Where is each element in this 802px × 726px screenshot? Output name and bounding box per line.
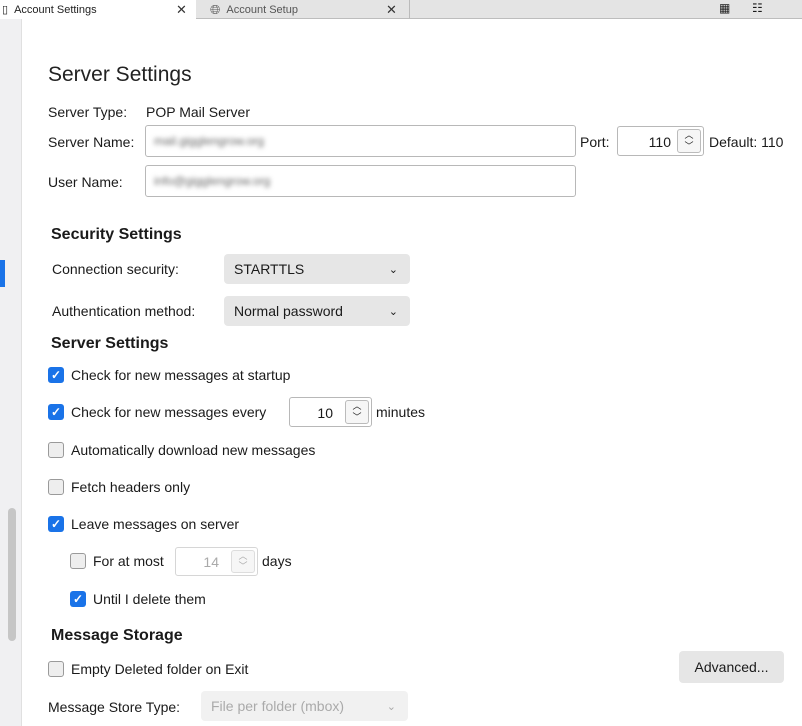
user-name-input[interactable]: info@gigglengrow.org [145, 165, 576, 197]
advanced-button[interactable]: Advanced... [679, 651, 784, 683]
store-type-select: File per folder (mbox) ⌄ [201, 691, 408, 721]
port-label: Port: [580, 134, 610, 150]
check-every-checkbox[interactable]: ✓ [48, 404, 64, 420]
check-startup-checkbox[interactable]: ✓ [48, 367, 64, 383]
leave-on-server-label: Leave messages on server [71, 516, 240, 532]
server-type-value: POP Mail Server [146, 104, 250, 120]
auth-method-label: Authentication method: [52, 303, 196, 319]
headers-only-checkbox[interactable] [48, 479, 64, 495]
scrollbar-thumb[interactable] [8, 508, 16, 641]
connection-security-select[interactable]: STARTTLS ⌄ [224, 254, 410, 284]
server-name-value: mail.gigglengrow.org [154, 134, 265, 148]
check-every-label: Check for new messages every [71, 404, 267, 420]
check-startup-label: Check for new messages at startup [71, 367, 291, 383]
until-delete-label: Until I delete them [93, 591, 206, 607]
empty-deleted-checkbox[interactable] [48, 661, 64, 677]
tasks-icon[interactable]: ☷ [752, 1, 763, 15]
server-settings-heading: Server Settings [51, 335, 169, 352]
port-stepper[interactable]: 110 ︿ ﹀ [617, 126, 704, 156]
chevron-down-icon: ⌄ [388, 305, 398, 318]
at-most-days-stepper[interactable]: 14 ︿ ﹀ [175, 547, 258, 576]
auth-method-select[interactable]: Normal password ⌄ [224, 296, 410, 326]
select-value: Normal password [234, 303, 343, 319]
tab-account-settings[interactable]: ▯ Account Settings ✕ [0, 0, 196, 19]
port-value: 110 [648, 134, 671, 150]
tab-bar: ▯ Account Settings ✕ 🌐︎ Account Setup ✕ … [0, 0, 802, 19]
chevron-down-icon: ⌄ [388, 263, 398, 276]
connection-security-label: Connection security: [52, 261, 179, 277]
close-icon[interactable]: ✕ [176, 2, 187, 18]
sidebar [0, 19, 22, 726]
close-icon[interactable]: ✕ [386, 2, 397, 18]
tab-label: Account Setup [226, 3, 298, 16]
server-name-input[interactable]: mail.gigglengrow.org [145, 125, 576, 157]
at-most-checkbox[interactable] [70, 553, 86, 569]
user-name-value: info@gigglengrow.org [154, 174, 271, 188]
stepper-arrows[interactable]: ︿ ﹀ [677, 129, 701, 153]
security-heading: Security Settings [51, 226, 182, 243]
globe-icon: 🌐︎ [210, 1, 221, 17]
check-interval-stepper[interactable]: 10 ︿ ﹀ [289, 397, 372, 427]
message-storage-heading: Message Storage [51, 627, 183, 644]
selected-indicator [0, 260, 5, 287]
user-name-label: User Name: [48, 174, 123, 190]
select-value: STARTTLS [234, 261, 305, 277]
headers-only-label: Fetch headers only [71, 479, 191, 495]
tab-account-setup[interactable]: 🌐︎ Account Setup ✕ [200, 0, 410, 19]
auto-download-checkbox[interactable] [48, 442, 64, 458]
leave-on-server-checkbox[interactable]: ✓ [48, 516, 64, 532]
tab-label: Account Settings [14, 3, 97, 16]
server-type-label: Server Type: [48, 104, 128, 120]
page-title: Server Settings [48, 63, 192, 86]
stepper-arrows[interactable]: ︿ ﹀ [231, 550, 255, 573]
calendar-icon[interactable]: ▦ [719, 1, 730, 15]
interval-value: 10 [317, 405, 333, 421]
chevron-down-icon: ⌄ [386, 700, 396, 713]
port-default: Default: 110 [709, 134, 784, 150]
at-most-label: For at most [93, 553, 164, 569]
days-label: days [262, 553, 292, 569]
minutes-label: minutes [376, 404, 426, 420]
store-type-label: Message Store Type: [48, 699, 181, 715]
empty-deleted-label: Empty Deleted folder on Exit [71, 661, 249, 677]
book-icon: ▯ [2, 4, 9, 16]
stepper-arrows[interactable]: ︿ ﹀ [345, 400, 369, 424]
until-delete-checkbox[interactable]: ✓ [70, 591, 86, 607]
auto-download-label: Automatically download new messages [71, 442, 316, 458]
days-value: 14 [203, 554, 219, 570]
server-name-label: Server Name: [48, 134, 135, 150]
select-value: File per folder (mbox) [211, 698, 345, 714]
